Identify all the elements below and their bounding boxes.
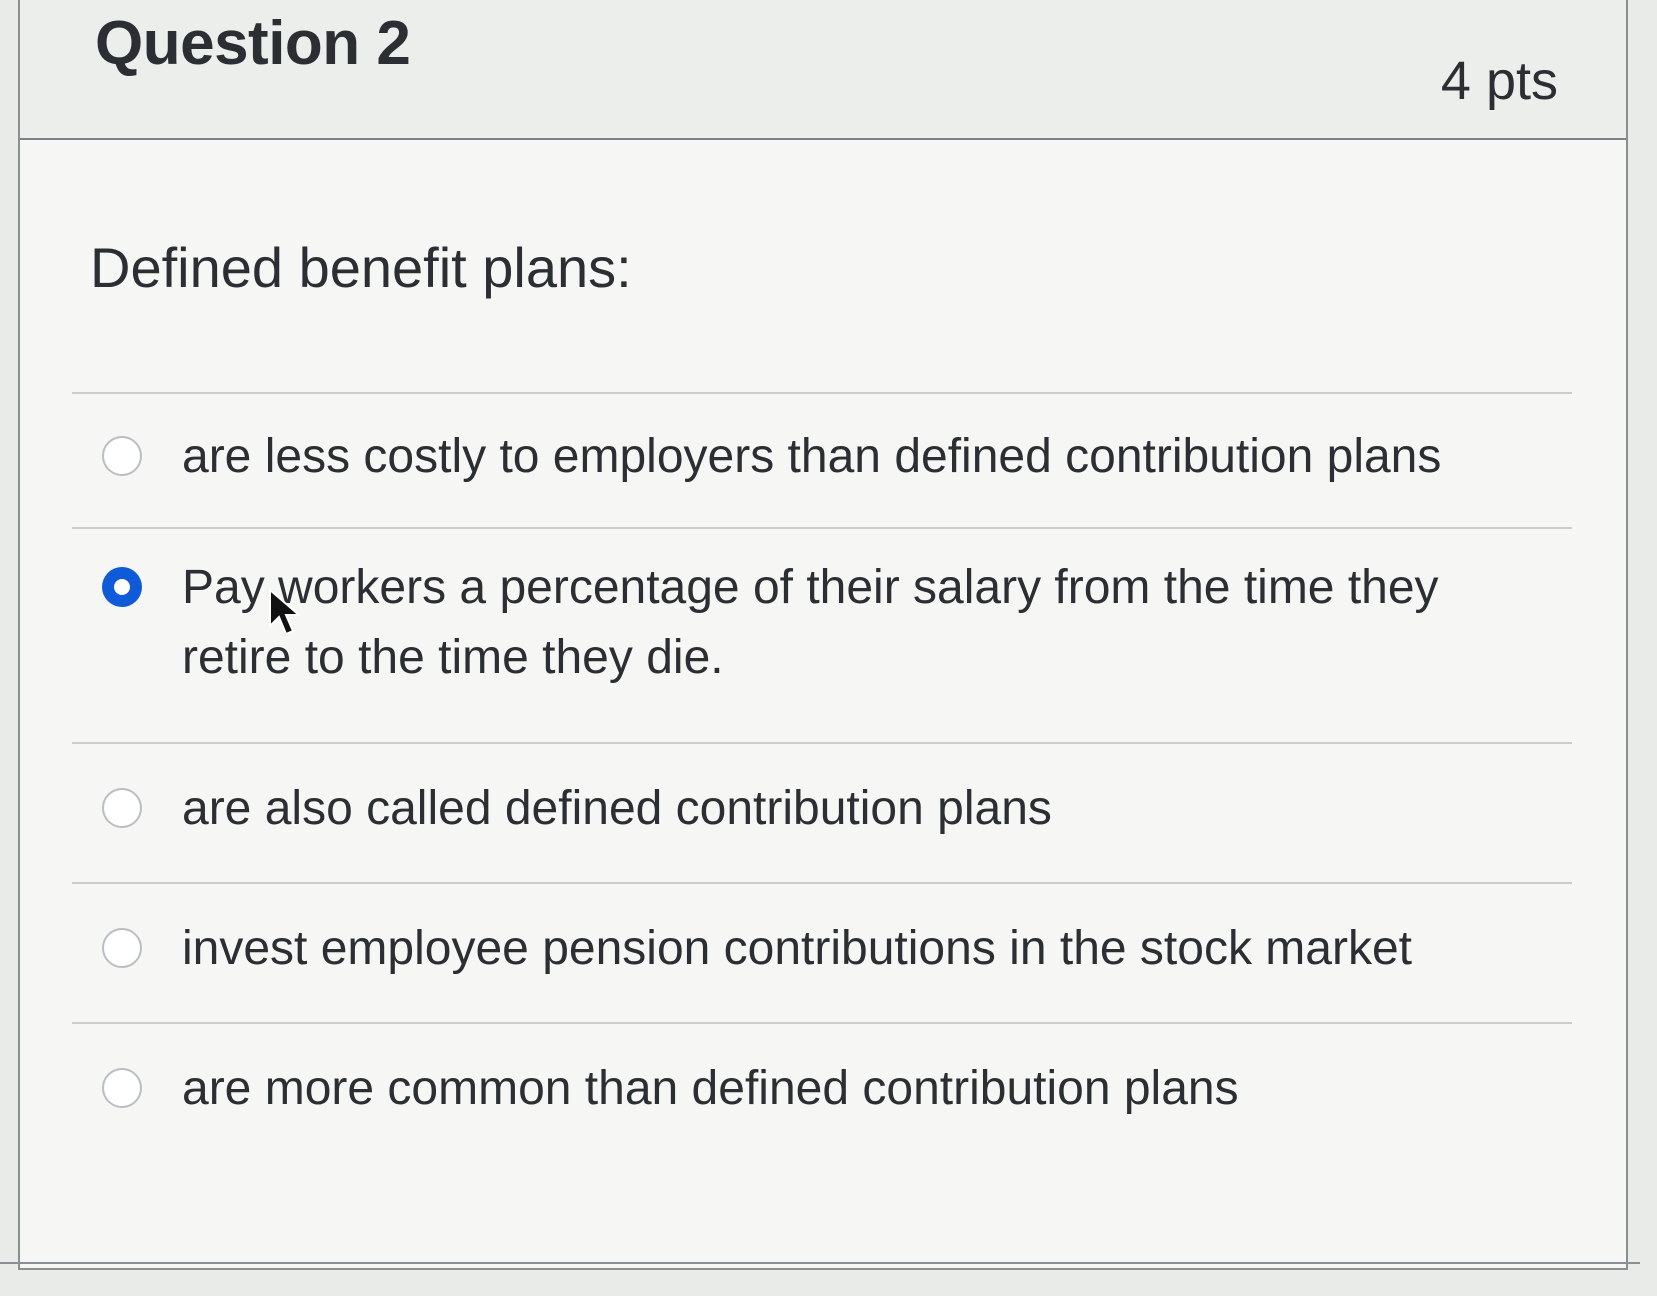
- answer-label[interactable]: Pay workers a percentage of their salary…: [182, 553, 1532, 693]
- question-title: Question 2: [95, 9, 411, 78]
- bottom-divider: [0, 1262, 1640, 1264]
- answer-label[interactable]: are also called defined contribution pla…: [182, 774, 1532, 844]
- answer-label[interactable]: are less costly to employers than define…: [182, 422, 1532, 492]
- answer-label[interactable]: invest employee pension contributions in…: [182, 914, 1532, 984]
- radio-button[interactable]: [102, 436, 142, 476]
- mouse-pointer-icon: [269, 588, 302, 636]
- answer-option-4[interactable]: invest employee pension contributions in…: [72, 882, 1572, 1022]
- quiz-question-card: Question 2 4 pts Defined benefit plans: …: [18, 0, 1628, 1270]
- answer-list: are less costly to employers than define…: [72, 392, 1572, 1172]
- radio-button[interactable]: [102, 1068, 142, 1108]
- question-prompt: Defined benefit plans:: [90, 236, 632, 299]
- radio-button[interactable]: [102, 788, 142, 828]
- answer-option-5[interactable]: are more common than defined contributio…: [72, 1022, 1572, 1172]
- answer-option-1[interactable]: are less costly to employers than define…: [72, 392, 1572, 527]
- answer-label[interactable]: are more common than defined contributio…: [182, 1054, 1532, 1124]
- radio-button[interactable]: [102, 928, 142, 968]
- question-points: 4 pts: [1440, 51, 1558, 111]
- radio-button-selected[interactable]: [102, 567, 142, 607]
- answer-option-3[interactable]: are also called defined contribution pla…: [72, 742, 1572, 882]
- question-header: Question 2 4 pts: [20, 0, 1626, 140]
